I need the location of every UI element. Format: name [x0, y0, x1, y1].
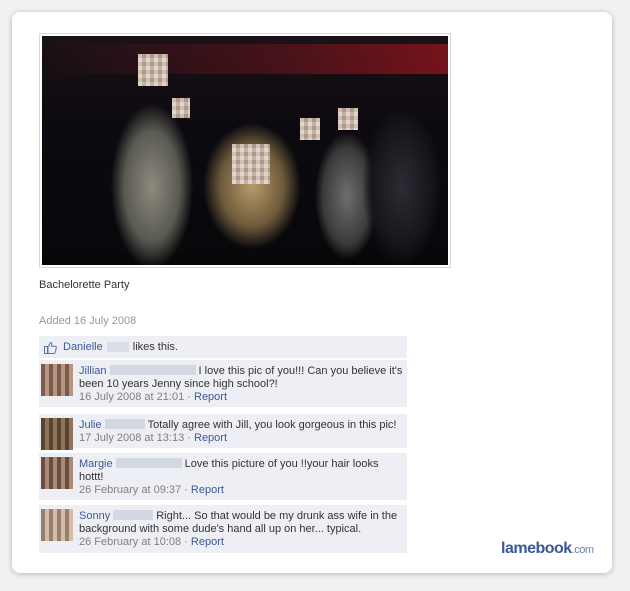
report-link[interactable]: Report: [194, 432, 227, 444]
comment-author-link[interactable]: Julie: [79, 419, 102, 431]
redacted-surname: [115, 458, 182, 468]
comment-body: Sonny Right... So that would be my drunk …: [79, 510, 404, 549]
redacted-surname: [113, 510, 154, 520]
report-link[interactable]: Report: [191, 484, 224, 496]
likes-row: Danielle likes this.: [39, 336, 407, 358]
comment-meta: 17 July 2008 at 13:13 · Report: [79, 432, 404, 445]
logo-tld: .com: [571, 544, 594, 556]
report-link[interactable]: Report: [191, 536, 224, 548]
avatar[interactable]: [41, 364, 73, 396]
post-card: Bachelorette Party Added 16 July 2008 Da…: [12, 12, 612, 573]
avatar[interactable]: [41, 418, 73, 450]
party-photo[interactable]: [42, 36, 448, 265]
comment-meta: 16 July 2008 at 21:01 · Report: [79, 391, 404, 404]
redacted-surname: [106, 342, 129, 352]
liker-name-link[interactable]: Danielle: [63, 341, 103, 353]
comment-timestamp: 26 February at 09:37: [79, 484, 182, 496]
avatar[interactable]: [41, 457, 73, 489]
photo-background-lights: [42, 44, 448, 74]
logo-brand: lamebook: [501, 540, 572, 557]
comment-author-link[interactable]: Sonny: [79, 510, 110, 522]
meta-separator: ·: [184, 484, 188, 496]
lamebook-logo[interactable]: lamebook.com: [501, 540, 594, 558]
face-blur-2: [172, 98, 190, 118]
likes-text: likes this.: [132, 341, 178, 353]
comment-timestamp: 26 February at 10:08: [79, 536, 182, 548]
comment-item: Sonny Right... So that would be my drunk …: [39, 504, 407, 553]
comment-timestamp: 16 July 2008 at 21:01: [79, 391, 185, 403]
meta-separator: ·: [187, 391, 191, 403]
face-blur-4: [300, 118, 320, 140]
comment-item: Julie Totally agree with Jill, you look g…: [39, 413, 407, 450]
redacted-surname: [104, 419, 145, 429]
face-blur-1: [138, 54, 168, 86]
comment-author-link[interactable]: Margie: [79, 458, 113, 470]
redacted-surname: [109, 365, 196, 375]
avatar[interactable]: [41, 509, 73, 541]
photo-frame[interactable]: [39, 33, 451, 268]
comment-text: Totally agree with Jill, you look gorgeo…: [147, 419, 397, 431]
comment-body: Jillian I love this pic of you!!! Can you…: [79, 365, 404, 404]
comment-item: Margie Love this picture of you !!your ha…: [39, 452, 407, 500]
comment-item: Jillian I love this pic of you!!! Can you…: [39, 359, 407, 407]
comment-body: Julie Totally agree with Jill, you look g…: [79, 419, 404, 445]
comment-author-link[interactable]: Jillian: [79, 365, 107, 377]
face-blur-5: [338, 108, 358, 130]
comment-timestamp: 17 July 2008 at 13:13: [79, 432, 185, 444]
face-blur-3: [232, 144, 270, 184]
comment-body: Margie Love this picture of you !!your ha…: [79, 458, 404, 497]
comment-meta: 26 February at 10:08 · Report: [79, 536, 404, 549]
thumbs-up-icon: [44, 341, 57, 354]
meta-separator: ·: [184, 536, 188, 548]
report-link[interactable]: Report: [194, 391, 227, 403]
meta-separator: ·: [187, 432, 191, 444]
photo-caption: Bachelorette Party: [39, 279, 130, 291]
comment-meta: 26 February at 09:37 · Report: [79, 484, 404, 497]
photo-added-date: Added 16 July 2008: [39, 315, 137, 327]
